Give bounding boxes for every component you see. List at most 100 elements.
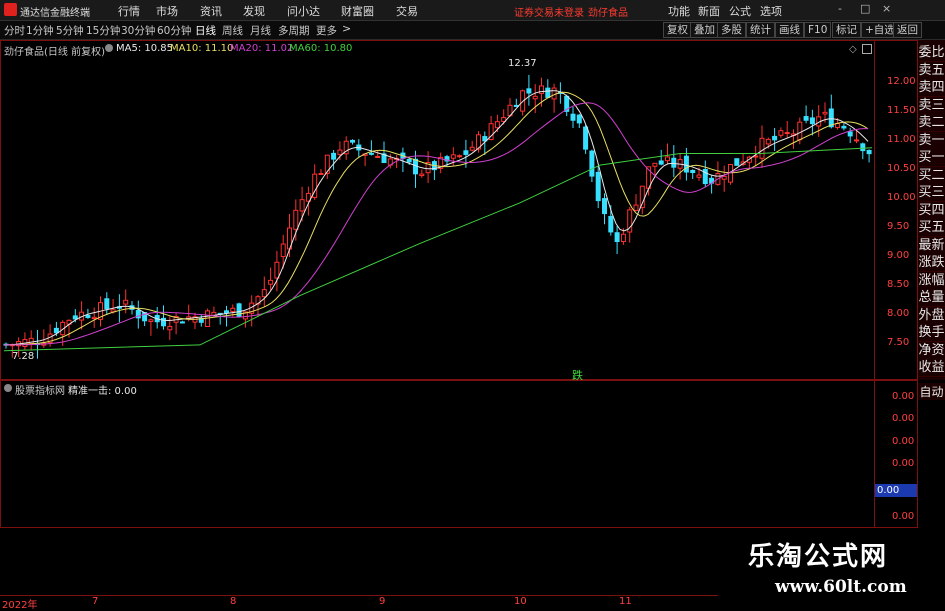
period-1min[interactable]: 1分钟 [26, 23, 54, 38]
period-multi[interactable]: 多周期 [278, 23, 310, 38]
candle-body [734, 158, 740, 166]
x-tick: 10 [514, 596, 527, 607]
price-axis-divider [874, 40, 875, 380]
watermark-title: 乐淘公式网 [748, 542, 889, 572]
indicator-pane[interactable] [0, 380, 918, 528]
candle-body [608, 215, 614, 233]
watermark-url: www.60lt.com [775, 577, 907, 597]
tool-tongji[interactable]: 统计 [746, 22, 775, 38]
candle-body [784, 132, 790, 135]
candle-body [123, 299, 129, 305]
candle-body [230, 307, 236, 312]
indicator-axis-divider [874, 380, 875, 528]
quote-field-label: 买二 [918, 166, 945, 185]
y-tick: 8.50 [887, 279, 910, 290]
tool-huaxian[interactable]: 画线 [775, 22, 804, 38]
candle-body [665, 156, 670, 162]
period-daily[interactable]: 日线 [195, 23, 216, 38]
indicator-gear-icon[interactable] [4, 384, 12, 392]
menu-gongshi[interactable]: 公式 [729, 3, 751, 19]
tool-fuquan[interactable]: 复权 [663, 22, 692, 38]
candle-body [469, 146, 475, 151]
candle-body [797, 121, 803, 141]
minimize-button[interactable]: - [838, 2, 842, 15]
tool-duogu[interactable]: 多股 [717, 22, 746, 38]
period-30min[interactable]: 30分钟 [121, 23, 155, 38]
maximize-button[interactable]: □ [860, 2, 870, 15]
x-axis-line [0, 595, 718, 596]
kline-chart [3, 74, 873, 359]
indicator-y-tick: 0.00 [892, 413, 915, 424]
indicator-y-tick: 0.00 [892, 511, 915, 522]
quote-field-label: 换手 [918, 324, 945, 342]
quote-field-label: 买一 [918, 149, 945, 167]
y-tick: 9.00 [887, 250, 910, 261]
candle-body [847, 131, 853, 137]
tool-diejia[interactable]: 叠加 [690, 22, 719, 38]
candle-body [368, 152, 374, 155]
candle-body [854, 139, 859, 142]
tool-f10[interactable]: F10 [804, 22, 832, 38]
tool-fanhui[interactable]: 返回 [893, 22, 922, 38]
menu-hangqing[interactable]: 行情 [118, 3, 140, 19]
indicator-y-tick: 0.00 [892, 391, 915, 402]
period-monthly[interactable]: 月线 [250, 23, 271, 38]
login-notice[interactable]: 证券交易未登录 [514, 4, 584, 19]
auto-scale-button[interactable]: 自动 [918, 383, 945, 400]
candle-body [652, 162, 658, 167]
menu-faxian[interactable]: 发现 [243, 3, 265, 19]
candle-body [809, 117, 815, 125]
quote-field-label: 买五 [918, 219, 945, 237]
candle-body [167, 326, 173, 331]
menu-zixun[interactable]: 资讯 [200, 3, 222, 19]
candle-body [274, 261, 280, 279]
app-title: 通达信金融终端 [20, 8, 90, 19]
candle-body [841, 125, 847, 129]
quote-field-label: 卖四 [918, 79, 945, 97]
period-more[interactable]: 更多 [316, 23, 337, 38]
candle-body [85, 314, 91, 318]
menu-wenxiaoda[interactable]: 问小达 [287, 3, 320, 19]
high-price-label: 12.37 [508, 58, 537, 69]
period-weekly[interactable]: 周线 [222, 23, 243, 38]
candle-body [161, 317, 166, 327]
candle-body [583, 126, 589, 150]
tool-biaoji[interactable]: 标记 [832, 22, 861, 38]
close-button[interactable]: × [882, 2, 891, 15]
menu-xinmian[interactable]: 新面 [698, 3, 720, 19]
ma60-line [3, 147, 873, 352]
candle-body [91, 316, 97, 320]
quote-field-label: 卖五 [918, 61, 945, 80]
candle-body [671, 157, 677, 168]
indicator-y-tick: 0.00 [892, 458, 915, 469]
menu-caifuquan[interactable]: 财富圈 [341, 3, 374, 19]
x-tick: 9 [379, 596, 386, 607]
quote-field-label: 委比 [918, 44, 945, 62]
y-tick: 12.00 [887, 76, 916, 87]
candle-body [539, 85, 544, 94]
candle-body [759, 137, 765, 159]
period-5min[interactable]: 5分钟 [56, 23, 84, 38]
quote-field-label: 涨幅 [918, 271, 945, 290]
more-chevron-icon[interactable]: > [342, 22, 351, 35]
menu-shichang[interactable]: 市场 [156, 3, 178, 19]
candle-body [324, 154, 330, 174]
candle-body [236, 303, 242, 318]
candle-body [375, 156, 381, 159]
y-tick: 10.00 [887, 192, 916, 203]
candle-body [683, 155, 689, 173]
quote-field-label: 净资 [918, 341, 945, 360]
candle-body [104, 298, 110, 310]
app-logo-icon [4, 3, 17, 16]
candle-body [589, 150, 595, 177]
candle-body [318, 173, 324, 176]
menu-xuanxiang[interactable]: 选项 [760, 3, 782, 19]
menu-gongneng[interactable]: 功能 [668, 3, 690, 19]
candle-body [866, 149, 872, 155]
period-60min[interactable]: 60分钟 [157, 23, 191, 38]
period-fenshi[interactable]: 分时 [4, 23, 25, 38]
candle-body [450, 154, 456, 159]
period-15min[interactable]: 15分钟 [86, 23, 120, 38]
menu-jiaoyi[interactable]: 交易 [396, 3, 418, 19]
candle-body [620, 233, 626, 243]
